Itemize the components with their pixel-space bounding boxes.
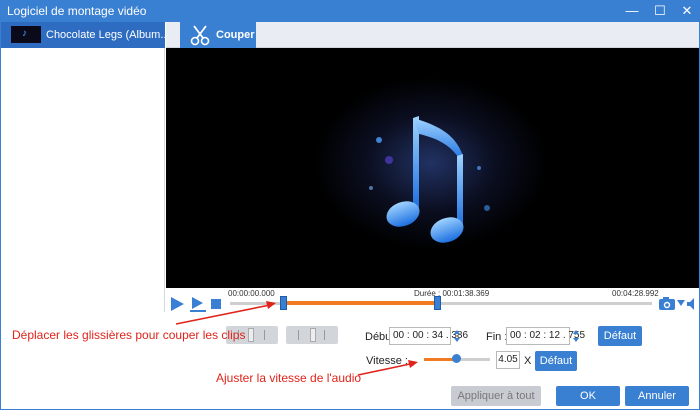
annotation-arrows: [175, 301, 418, 376]
speed-hint-arrow: [357, 363, 411, 376]
slider-hint-arrow: [175, 304, 271, 325]
